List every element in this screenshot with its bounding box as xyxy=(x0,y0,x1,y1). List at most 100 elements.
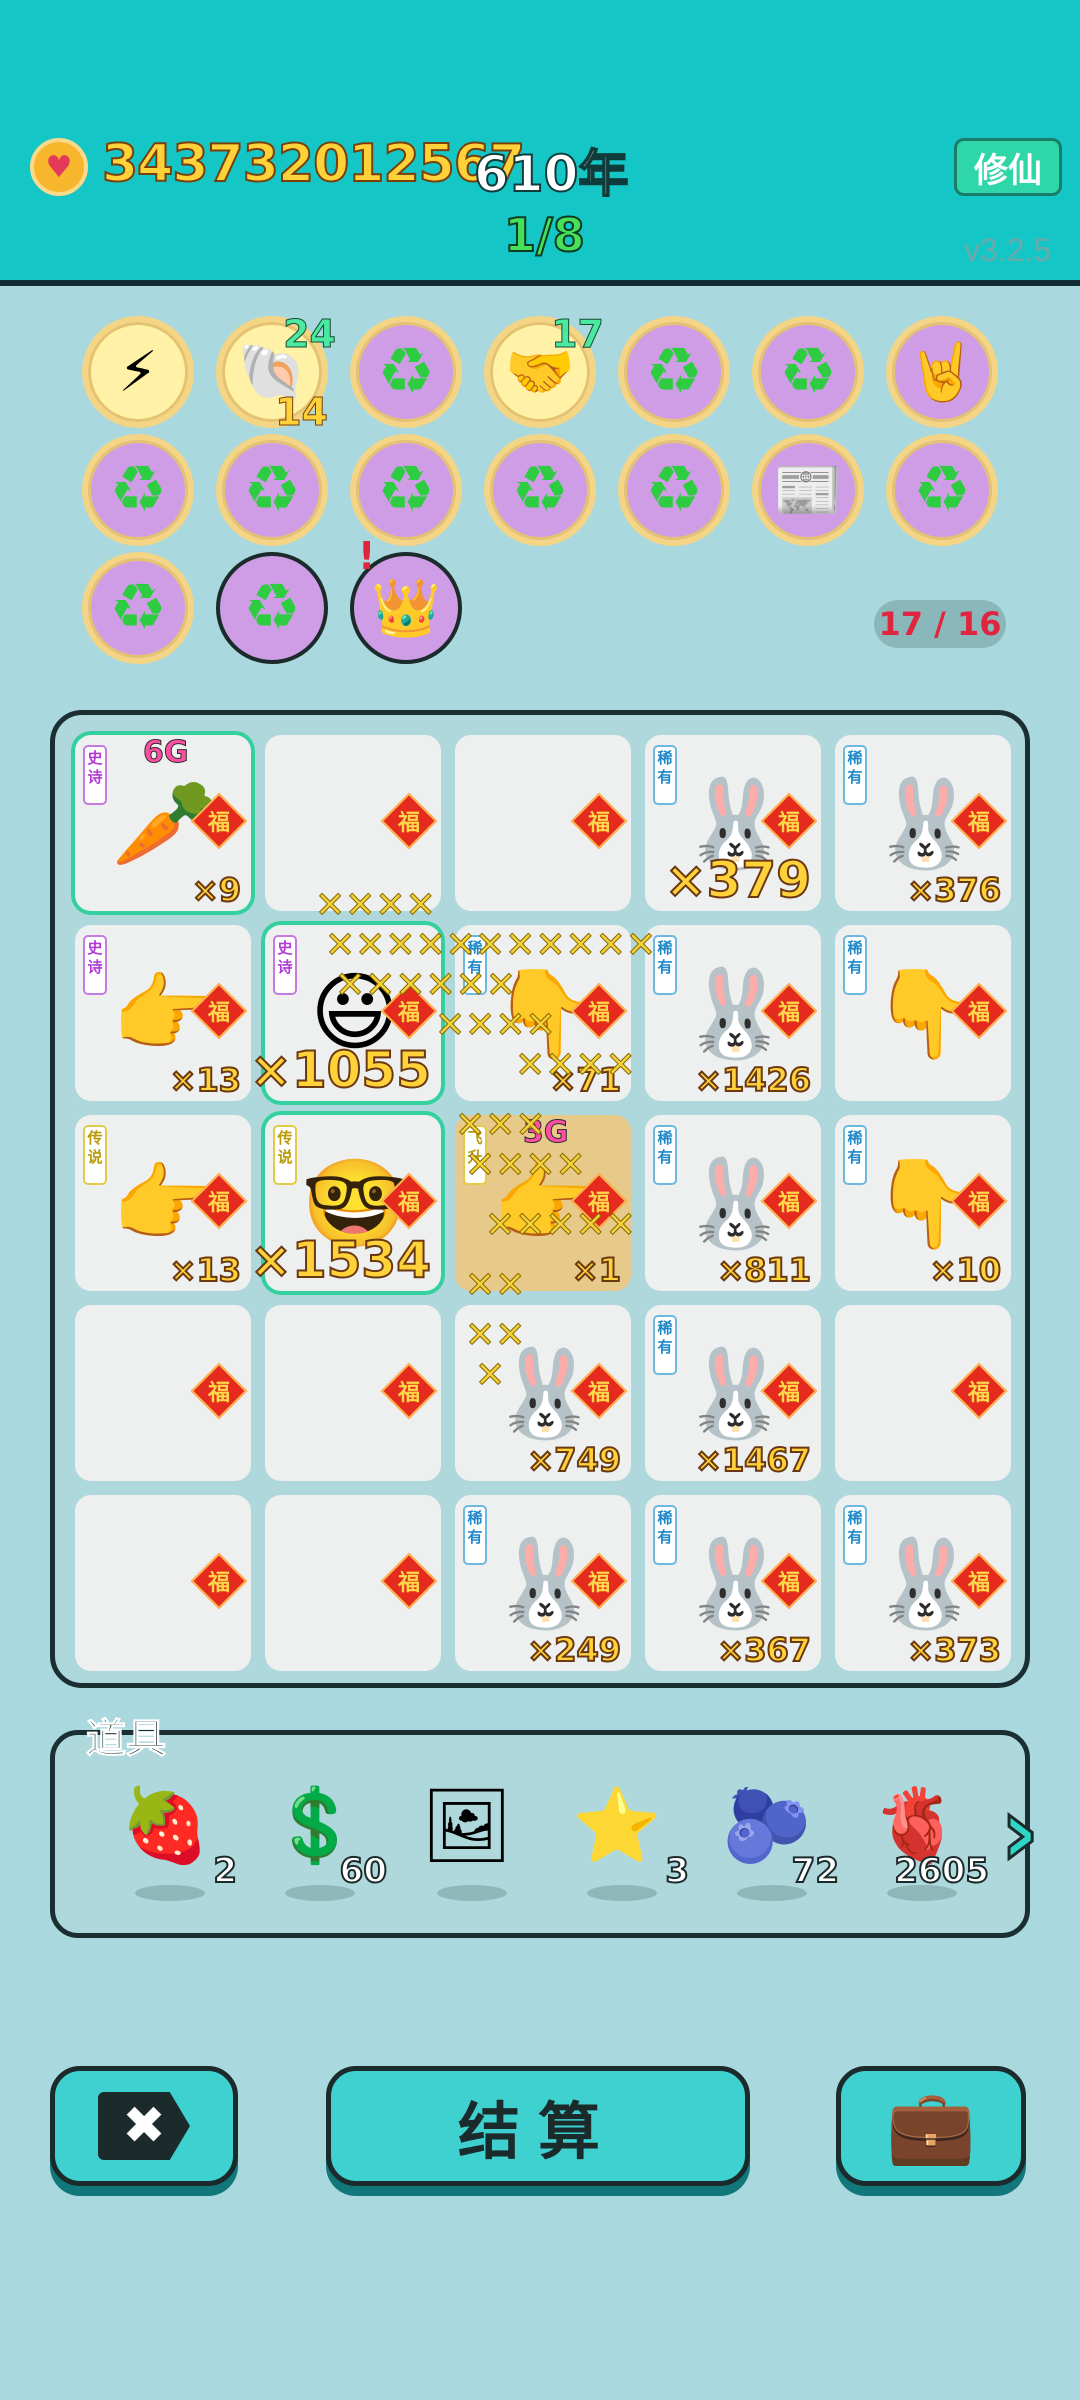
version-label: v3.2.5 xyxy=(964,232,1052,268)
board-cell[interactable]: 福 xyxy=(835,1305,1011,1481)
fu-diamond-icon: 福 xyxy=(190,1362,248,1420)
rarity-tag: 飞升 xyxy=(463,1125,487,1185)
recycle-icon[interactable]: ♻ xyxy=(350,316,462,428)
recycle-icon[interactable]: ♻ xyxy=(350,434,462,546)
board-cell[interactable]: 史诗 😃 福 ×1055 xyxy=(249,925,441,1101)
rarity-tag: 稀有 xyxy=(653,745,677,805)
board-cell[interactable]: 稀有 🐰 福 ×249 xyxy=(455,1495,631,1671)
board-cell[interactable]: 稀有 👇 福 xyxy=(835,925,1011,1101)
board-cell[interactable]: 福 xyxy=(265,1495,441,1671)
board-cell[interactable]: 福 xyxy=(265,1305,441,1481)
settle-button[interactable]: 结算 xyxy=(326,2066,750,2186)
board-cell[interactable]: 福 xyxy=(75,1495,251,1671)
multiplier-label: ×749 xyxy=(526,1440,622,1480)
item-shadow xyxy=(437,1885,507,1901)
rarity-tag: 稀有 xyxy=(843,745,867,805)
multiplier-label: ×9 xyxy=(191,870,242,910)
fu-label: 福 xyxy=(777,1381,800,1406)
fu-diamond-icon: 福 xyxy=(570,792,628,850)
relic-glyph: ♻ xyxy=(109,453,167,527)
multiplier-label: ×376 xyxy=(906,870,1002,910)
board-cell[interactable]: 稀有 🐰 福 ×379 xyxy=(645,735,821,911)
recycle-icon[interactable]: ♻ xyxy=(752,316,864,428)
bag-button[interactable]: 💼 xyxy=(836,2066,1026,2186)
board-cell[interactable]: 稀有 🐰 福 ×1426 xyxy=(645,925,821,1101)
fu-label: 福 xyxy=(967,1571,990,1596)
board-cell[interactable]: 福 xyxy=(455,735,631,911)
item-slot[interactable]: 💲 60 xyxy=(265,1775,388,1915)
item-slot[interactable]: 🫐 72 xyxy=(717,1775,840,1915)
fu-diamond-icon: 福 xyxy=(190,1552,248,1610)
round-progress: 1/8 xyxy=(503,207,586,263)
close-icon: ✖ xyxy=(98,2092,190,2160)
board-cell[interactable]: 🐰 福 ×749 xyxy=(455,1305,631,1481)
cultivate-button[interactable]: 修仙 xyxy=(954,138,1062,196)
rarity-tag: 史诗 xyxy=(273,935,297,995)
board-cell[interactable]: 福 xyxy=(265,735,441,911)
board-cell[interactable]: 传说 🤓 福 ×1534 xyxy=(249,1115,441,1291)
recycle-icon[interactable]: ♻ xyxy=(82,434,194,546)
board-cell[interactable]: 传说 👉 福 ×13 xyxy=(75,1115,251,1291)
shell-icon[interactable]: 🐚 24 14 xyxy=(216,312,336,435)
time-magazine-icon[interactable]: 📰 xyxy=(752,434,864,546)
item-count: 2 xyxy=(212,1850,238,1892)
fu-label: 福 xyxy=(207,1191,230,1216)
item-count: 3 xyxy=(664,1850,690,1892)
fu-label: 福 xyxy=(777,811,800,836)
recycle-icon[interactable]: ♻ xyxy=(484,434,596,546)
item-slot[interactable]: 🫀 2605 xyxy=(867,1775,990,1915)
relic-counter-bottom: 14 xyxy=(275,390,329,435)
multiplier-label: ×13 xyxy=(169,1250,242,1290)
handshake-icon[interactable]: 🤝 17 xyxy=(484,312,604,428)
generation-tag: 3G xyxy=(523,1115,569,1151)
fu-diamond-icon: 福 xyxy=(950,1362,1008,1420)
board-cell[interactable]: 福 xyxy=(75,1305,251,1481)
rarity-tag: 史诗 xyxy=(83,745,107,805)
coin-count: 343732012567 xyxy=(101,133,526,195)
item-count: 60 xyxy=(339,1850,388,1892)
multiplier-label: ×249 xyxy=(526,1630,622,1670)
fu-label: 福 xyxy=(777,1001,800,1026)
top-bar: ♥ 343732012567 610年 1/8 修仙 v3.2.5 xyxy=(0,0,1080,286)
briefcase-icon: 💼 xyxy=(886,2083,976,2168)
board-cell[interactable]: 稀有 🐰 福 ×1467 xyxy=(645,1305,821,1481)
rock-hand-icon[interactable]: 🤘 xyxy=(886,316,998,428)
fu-label: 福 xyxy=(397,1381,420,1406)
board-cell[interactable]: 稀有 🐰 福 ×367 xyxy=(645,1495,821,1671)
rarity-tag: 稀有 xyxy=(653,935,677,995)
board-cell[interactable]: 稀有 👇 福 ×71 xyxy=(455,925,631,1101)
fu-label: 福 xyxy=(397,1001,420,1026)
recycle-icon[interactable]: ♻ xyxy=(216,552,328,664)
fu-label: 福 xyxy=(587,1571,610,1596)
board-cell[interactable]: 稀有 👇 福 ×10 xyxy=(835,1115,1011,1291)
close-button[interactable]: ✖ xyxy=(50,2066,238,2186)
items-next-arrow[interactable]: › xyxy=(999,1775,1060,1890)
relic-glyph: 🤘 xyxy=(907,340,977,405)
board-cell[interactable]: 飞升 👉 福 3G ×1 xyxy=(455,1115,631,1291)
lightning-pin-icon[interactable]: ⚡ xyxy=(82,316,194,428)
relic-glyph: ♻ xyxy=(645,335,703,409)
crown-box-icon[interactable]: 👑! xyxy=(350,534,462,664)
fu-diamond-icon: 福 xyxy=(380,1552,438,1610)
board-cell[interactable]: 史诗 👉 福 ×13 xyxy=(75,925,251,1101)
fu-label: 福 xyxy=(397,1571,420,1596)
slot-board: 史诗 🥕 福 6G ×9 福福稀有 🐰 福 ×379 稀有 🐰 福 ×376 史诗 👉 福 ×13 史诗 😃 福 ×10… xyxy=(50,710,1030,1688)
item-slot[interactable]: 🖼 xyxy=(417,1775,527,1915)
fu-label: 福 xyxy=(397,1191,420,1216)
recycle-icon[interactable]: ♻ xyxy=(886,434,998,546)
relic-glyph: ♻ xyxy=(913,453,971,527)
item-slot[interactable]: ⭐ 3 xyxy=(567,1775,690,1915)
rarity-tag: 稀有 xyxy=(653,1505,677,1565)
board-cell[interactable]: 稀有 🐰 福 ×811 xyxy=(645,1115,821,1291)
alert-icon: ! xyxy=(358,534,376,578)
recycle-icon[interactable]: ♻ xyxy=(82,552,194,664)
recycle-icon[interactable]: ♻ xyxy=(216,434,328,546)
fu-label: 福 xyxy=(777,1571,800,1596)
item-slot[interactable]: 🍓 2 xyxy=(115,1775,238,1915)
fu-label: 福 xyxy=(587,811,610,836)
recycle-icon[interactable]: ♻ xyxy=(618,316,730,428)
board-cell[interactable]: 稀有 🐰 福 ×376 xyxy=(835,735,1011,911)
board-cell[interactable]: 稀有 🐰 福 ×373 xyxy=(835,1495,1011,1671)
recycle-icon[interactable]: ♻ xyxy=(618,434,730,546)
board-cell[interactable]: 史诗 🥕 福 6G ×9 xyxy=(75,735,251,911)
